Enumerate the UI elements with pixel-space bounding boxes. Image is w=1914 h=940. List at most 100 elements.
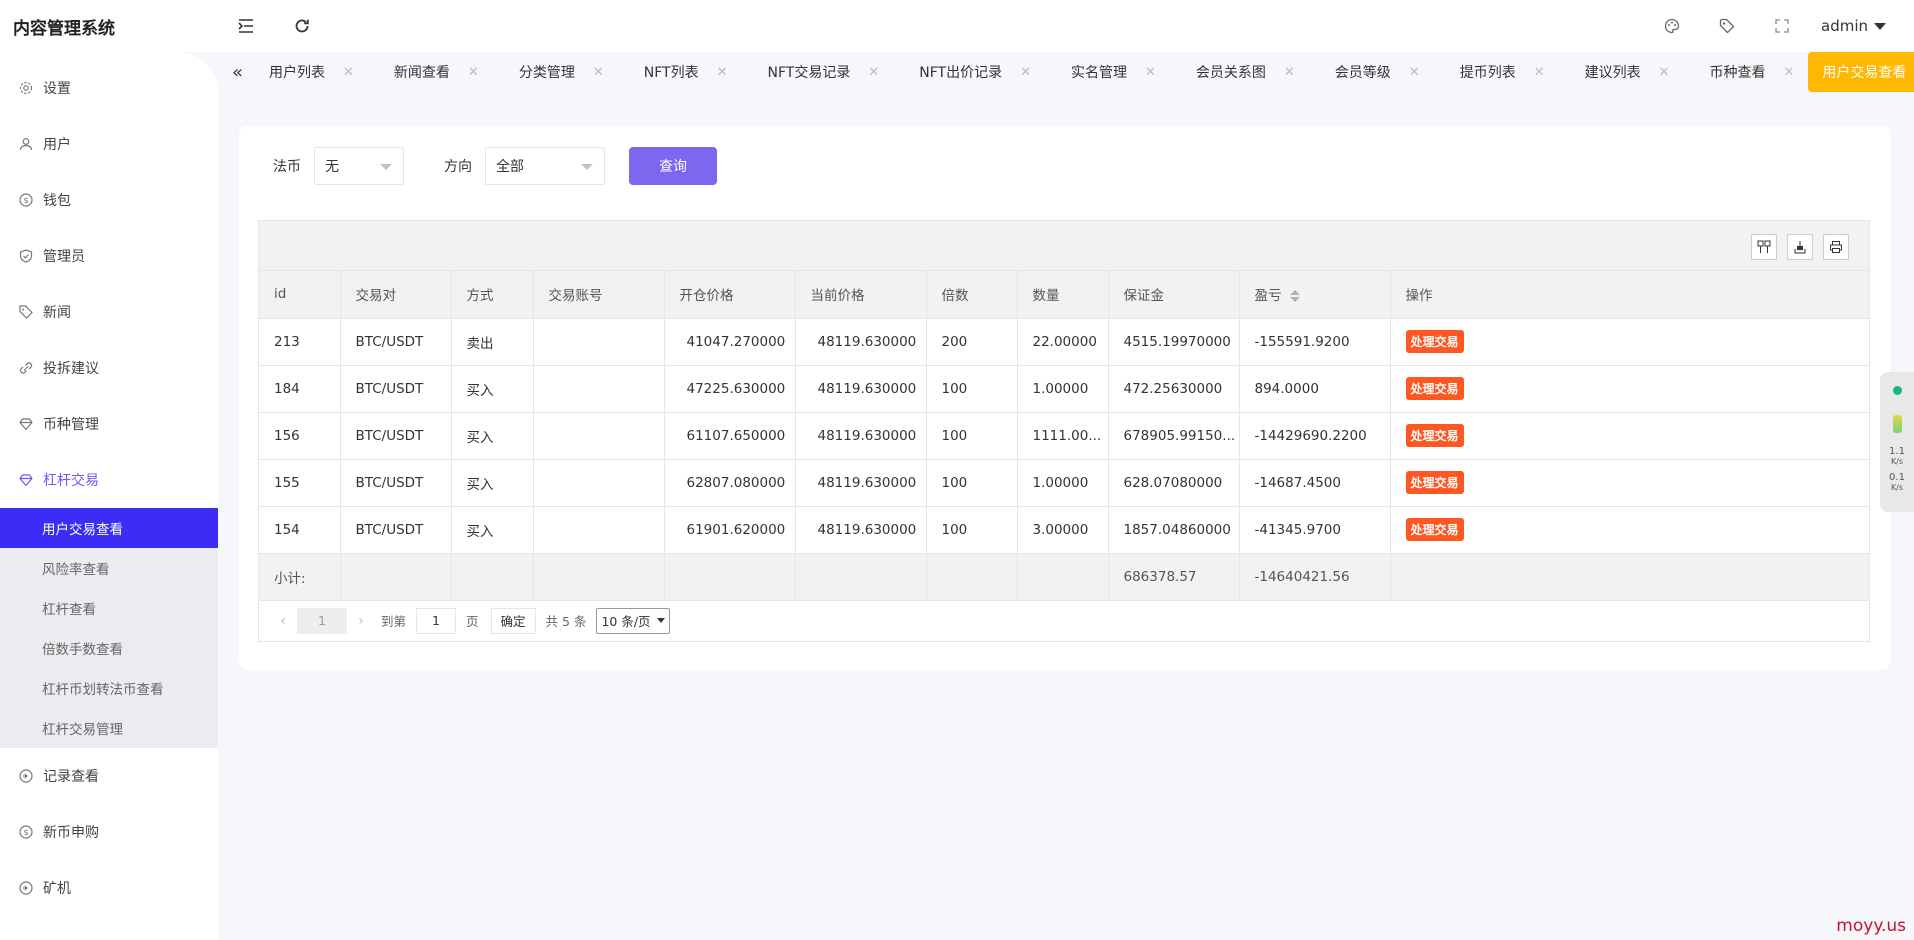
- sidebar-subitem-transfer-view[interactable]: 杠杆币划转法币查看: [0, 668, 218, 708]
- cell-current-price: 48119.630000: [795, 365, 927, 413]
- close-icon[interactable]: ✕: [1284, 65, 1295, 80]
- query-button[interactable]: 查询: [629, 147, 717, 185]
- close-icon[interactable]: ✕: [717, 65, 728, 80]
- next-page-icon[interactable]: ›: [351, 613, 371, 629]
- close-icon[interactable]: ✕: [1145, 65, 1156, 80]
- menu-collapse-icon[interactable]: [218, 0, 274, 52]
- subtotal-row: 小计: 686378.57 -14640421.56: [259, 553, 1869, 601]
- close-icon[interactable]: ✕: [593, 65, 604, 80]
- tab-user-trades[interactable]: 用户交易查看✕: [1808, 52, 1914, 92]
- cell-id: 155: [259, 459, 341, 507]
- tab-label: 会员关系图: [1195, 65, 1266, 81]
- sort-icon[interactable]: [1289, 290, 1300, 303]
- cell-multiplier: 100: [926, 506, 1018, 554]
- subtotal-margin: 686378.57: [1108, 553, 1240, 601]
- diamond-icon: [18, 472, 34, 488]
- sidebar-subitem-user-trades[interactable]: 用户交易查看: [0, 508, 218, 548]
- cell-margin: 4515.19970000: [1108, 318, 1240, 366]
- tab-label: 会员等级: [1334, 65, 1391, 81]
- process-trade-button[interactable]: 处理交易: [1405, 518, 1464, 541]
- close-icon[interactable]: ✕: [1409, 65, 1420, 80]
- tab-currency-view[interactable]: 币种查看 ✕: [1684, 52, 1809, 92]
- shield-icon: [18, 248, 34, 264]
- process-trade-button[interactable]: 处理交易: [1405, 377, 1464, 400]
- sidebar-subitem-leverage-view[interactable]: 杠杆查看: [0, 588, 218, 628]
- subtotal-label: 小计:: [259, 553, 341, 601]
- sidebar-subitem-risk-rate[interactable]: 风险率查看: [0, 548, 218, 588]
- sidebar-item-users[interactable]: 用户: [0, 116, 218, 172]
- cell-multiplier: 200: [926, 318, 1018, 366]
- fullscreen-icon[interactable]: [1754, 0, 1809, 52]
- refresh-icon[interactable]: [274, 0, 330, 52]
- tab-category[interactable]: 分类管理 ✕: [493, 52, 618, 92]
- close-icon[interactable]: ✕: [343, 65, 354, 80]
- export-icon[interactable]: [1787, 234, 1813, 260]
- goto-confirm-button[interactable]: 确定: [490, 607, 536, 634]
- tab-member-graph[interactable]: 会员关系图 ✕: [1170, 52, 1309, 92]
- table-row: 213 BTC/USDT 卖出 41047.270000 48119.63000…: [259, 318, 1869, 366]
- process-trade-button[interactable]: 处理交易: [1405, 424, 1464, 447]
- fiat-select[interactable]: 无: [314, 147, 404, 185]
- close-icon[interactable]: ✕: [1020, 65, 1031, 80]
- tab-nft-bids[interactable]: NFT出价记录 ✕: [893, 52, 1045, 92]
- tab-news[interactable]: 新闻查看 ✕: [368, 52, 493, 92]
- sidebar-item-currency[interactable]: 币种管理: [0, 396, 218, 452]
- tab-label: 实名管理: [1070, 65, 1127, 81]
- tab-label: NFT列表: [643, 65, 699, 81]
- tab-member-level[interactable]: 会员等级 ✕: [1309, 52, 1434, 92]
- sidebar-item-miner[interactable]: 矿机: [0, 860, 218, 916]
- close-icon[interactable]: ✕: [868, 65, 879, 80]
- sidebar-subitem-leverage-manage[interactable]: 杠杆交易管理: [0, 708, 218, 748]
- cell-account: [533, 506, 665, 554]
- columns-filter-icon[interactable]: [1751, 234, 1777, 260]
- goto-page-input[interactable]: 1: [416, 607, 457, 634]
- tab-label: 提币列表: [1459, 65, 1516, 81]
- sidebar-subitem-multiplier-lots[interactable]: 倍数手数查看: [0, 628, 218, 668]
- sidebar-item-new-coin[interactable]: $ 新币申购: [0, 804, 218, 860]
- close-icon[interactable]: ✕: [1784, 65, 1795, 80]
- page-size-select[interactable]: 10 条/页: [596, 607, 670, 634]
- sidebar-item-wallet[interactable]: $ 钱包: [0, 172, 218, 228]
- tab-withdraw-list[interactable]: 提币列表 ✕: [1434, 52, 1559, 92]
- col-header-pnl[interactable]: 盈亏: [1239, 271, 1391, 319]
- cell-open-price: 61901.620000: [664, 506, 796, 554]
- status-dot-icon: [1892, 386, 1902, 395]
- close-icon[interactable]: ✕: [468, 65, 479, 80]
- current-page[interactable]: 1: [297, 607, 347, 634]
- close-icon[interactable]: ✕: [1534, 65, 1545, 80]
- sidebar-item-settings[interactable]: 设置: [0, 60, 218, 116]
- tab-label: 分类管理: [518, 65, 575, 81]
- tab-nft-trades[interactable]: NFT交易记录 ✕: [741, 52, 893, 92]
- link-icon: [18, 360, 34, 376]
- prev-page-icon[interactable]: ‹: [273, 613, 293, 629]
- sidebar-item-suggestions[interactable]: 投拆建议: [0, 340, 218, 396]
- tag-icon[interactable]: [1699, 0, 1754, 52]
- sidebar: 设置 用户 $ 钱包 管理员 新闻 投拆建议 币种管理 杠杆交易 用户交易查看 …: [0, 52, 218, 940]
- process-trade-button[interactable]: 处理交易: [1405, 471, 1464, 494]
- network-speed-widget[interactable]: 1.1 K/s 0.1 K/s: [1880, 372, 1914, 512]
- tab-nft-list[interactable]: NFT列表 ✕: [618, 52, 742, 92]
- tab-label: NFT交易记录: [767, 65, 851, 81]
- user-icon: [18, 136, 34, 152]
- sidebar-item-leverage[interactable]: 杠杆交易: [0, 452, 218, 508]
- sidebar-item-admins[interactable]: 管理员: [0, 228, 218, 284]
- fiat-label: 法币: [273, 159, 301, 175]
- cell-quantity: 3.00000: [1017, 506, 1109, 554]
- direction-select[interactable]: 全部: [485, 147, 605, 185]
- dollar-icon: $: [18, 824, 34, 840]
- tab-realname[interactable]: 实名管理 ✕: [1045, 52, 1170, 92]
- user-menu[interactable]: admin: [1809, 17, 1914, 35]
- tab-suggestion-list[interactable]: 建议列表 ✕: [1559, 52, 1684, 92]
- process-trade-button[interactable]: 处理交易: [1405, 330, 1464, 353]
- tabs-scroll-left-icon[interactable]: «: [232, 52, 243, 92]
- tab-user-list[interactable]: 用户列表 ✕: [243, 52, 368, 92]
- sidebar-item-news[interactable]: 新闻: [0, 284, 218, 340]
- download-speed-unit: K/s: [1890, 483, 1904, 492]
- pagination: ‹ 1 › 到第 1 页 确定 共 5 条 10 条/页: [259, 601, 1869, 641]
- close-icon[interactable]: ✕: [1659, 65, 1670, 80]
- palette-icon[interactable]: [1644, 0, 1699, 52]
- chevron-down-icon: [581, 164, 593, 170]
- leverage-submenu: 用户交易查看 风险率查看 杠杆查看 倍数手数查看 杠杆币划转法币查看 杠杆交易管…: [0, 508, 218, 748]
- print-icon[interactable]: [1823, 234, 1849, 260]
- sidebar-item-records[interactable]: 记录查看: [0, 748, 218, 804]
